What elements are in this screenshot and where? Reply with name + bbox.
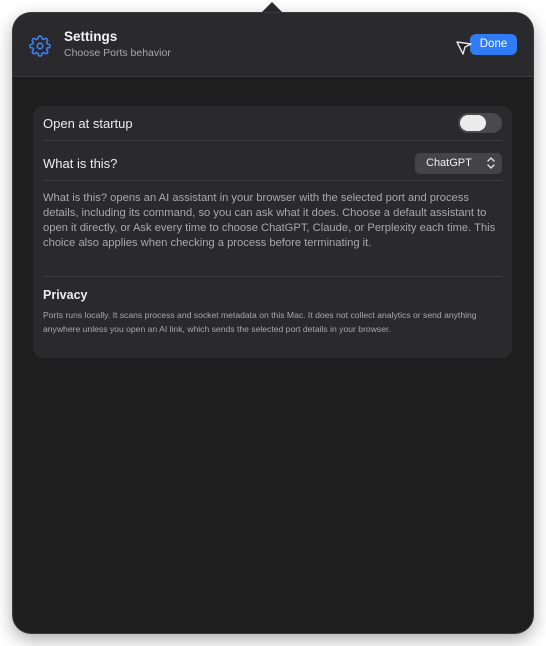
chevron-up-down-icon [486, 156, 496, 170]
settings-popover: Settings Choose Ports behavior Done Open… [13, 13, 533, 633]
settings-card: Open at startup What is this? ChatGPT Wh… [33, 106, 512, 358]
page-subtitle: Choose Ports behavior [64, 47, 171, 59]
assistant-select-value: ChatGPT [426, 157, 472, 169]
privacy-text: Ports runs locally. It scans process and… [43, 310, 477, 334]
pointer-cursor-icon [455, 39, 473, 57]
what-is-this-description: What is this? opens an AI assistant in y… [43, 192, 496, 249]
page-title: Settings [64, 29, 118, 44]
assistant-select[interactable]: ChatGPT [415, 153, 502, 174]
toggle-knob [460, 115, 486, 131]
gear-icon [29, 35, 51, 57]
open-at-startup-label: Open at startup [43, 116, 133, 131]
divider [43, 140, 502, 141]
what-is-this-label: What is this? [43, 156, 118, 171]
divider [43, 276, 502, 277]
divider [43, 180, 502, 181]
done-button[interactable]: Done [470, 34, 517, 55]
open-at-startup-toggle[interactable] [458, 113, 502, 133]
header: Settings Choose Ports behavior Done [13, 13, 533, 77]
privacy-title: Privacy [43, 288, 88, 302]
